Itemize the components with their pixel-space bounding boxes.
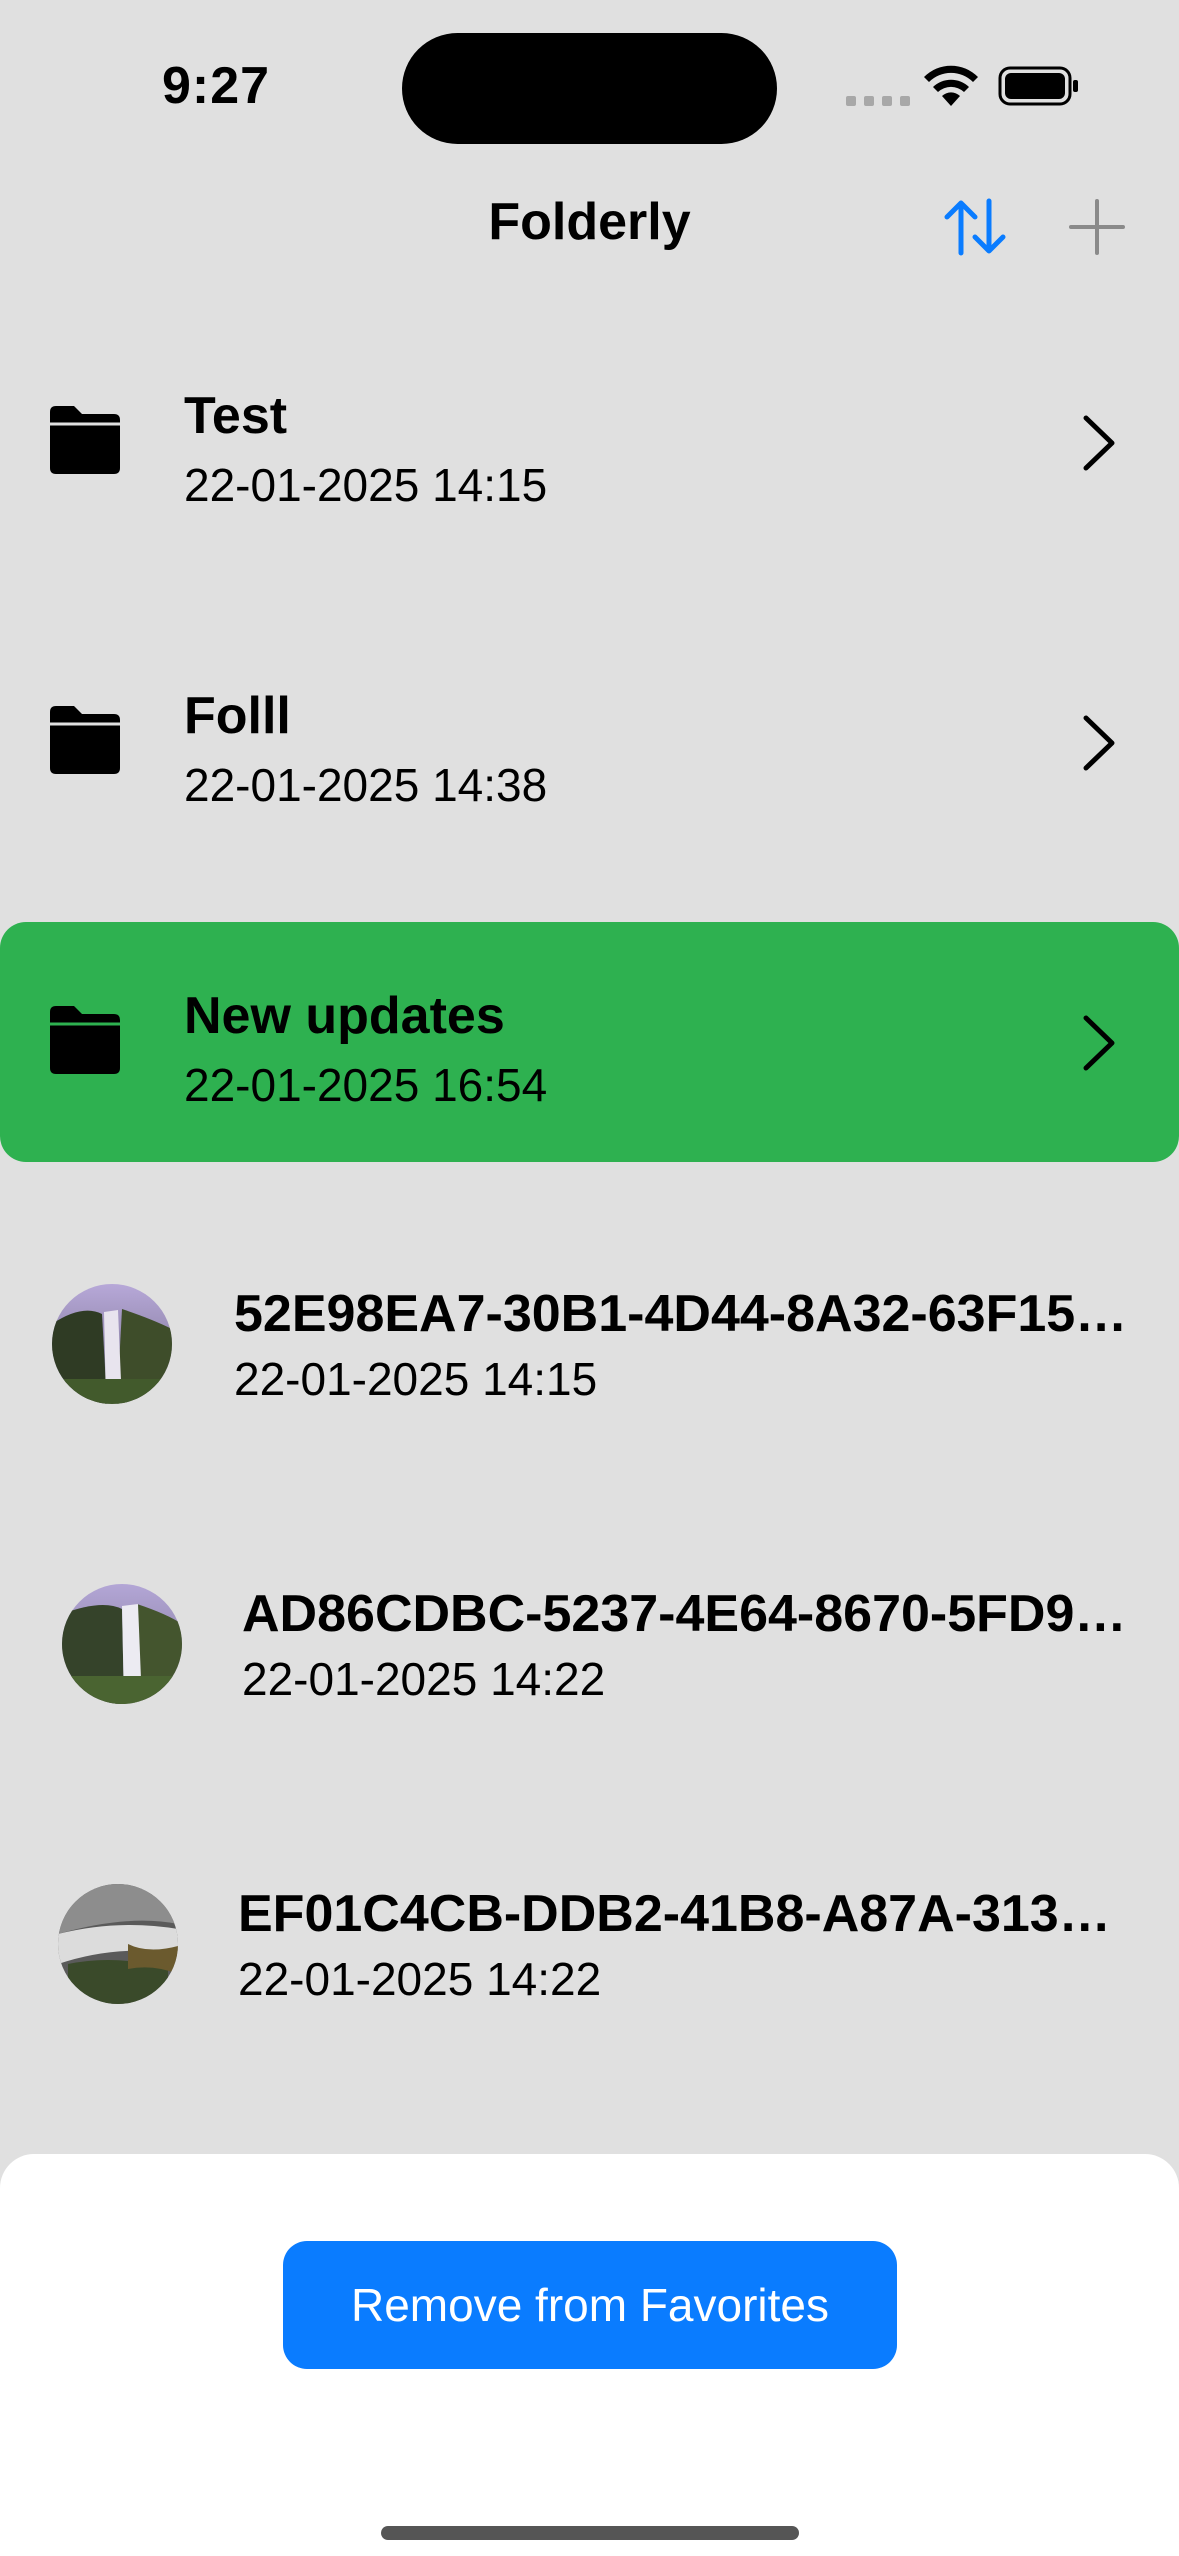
plus-icon	[1069, 199, 1125, 255]
folder-icon	[50, 406, 120, 474]
dynamic-island	[402, 33, 777, 144]
folder-name: Folll	[184, 687, 291, 745]
waterfall-thumbnail	[52, 1284, 172, 1404]
image-date: 22-01-2025 14:22	[238, 1953, 602, 2005]
wifi-icon	[924, 65, 978, 106]
cellular-signal-icon	[846, 96, 910, 106]
folder-date: 22-01-2025 14:15	[184, 459, 548, 511]
chevron-right-icon	[1083, 415, 1115, 471]
image-date: 22-01-2025 14:22	[242, 1653, 606, 1705]
home-indicator[interactable]	[381, 2526, 799, 2540]
chevron-right-icon	[1083, 715, 1115, 771]
folder-row[interactable]: Folll 22-01-2025 14:38	[0, 622, 1179, 862]
folder-icon	[50, 1006, 120, 1074]
folder-row-selected[interactable]: New updates 22-01-2025 16:54	[0, 922, 1179, 1162]
bottom-sheet: Remove from Favorites	[0, 2154, 1179, 2556]
waterfall-thumbnail	[62, 1584, 182, 1704]
add-button[interactable]	[1060, 190, 1134, 264]
remove-from-favorites-button[interactable]: Remove from Favorites	[283, 2241, 897, 2369]
folder-name: New updates	[184, 987, 505, 1045]
chevron-right-icon	[1083, 1015, 1115, 1071]
river-thumbnail	[58, 1884, 178, 2004]
battery-icon	[998, 66, 1078, 106]
image-name: EF01C4CB-DDB2-41B8-A87A-313F…	[238, 1885, 1134, 1943]
folder-icon	[50, 706, 120, 774]
sort-arrows-icon	[944, 198, 1006, 256]
folder-row[interactable]: Test 22-01-2025 14:15	[0, 322, 1179, 562]
image-date: 22-01-2025 14:15	[234, 1353, 598, 1405]
image-row[interactable]: 52E98EA7-30B1-4D44-8A32-63F15… 22-01-202…	[0, 1244, 1179, 1444]
image-row[interactable]: AD86CDBC-5237-4E64-8670-5FD9… 22-01-2025…	[0, 1544, 1179, 1744]
image-name: 52E98EA7-30B1-4D44-8A32-63F15…	[234, 1285, 1128, 1343]
sort-button[interactable]	[938, 190, 1012, 264]
image-name: AD86CDBC-5237-4E64-8670-5FD9…	[242, 1585, 1127, 1643]
folder-date: 22-01-2025 16:54	[184, 1059, 548, 1111]
status-time: 9:27	[162, 57, 271, 115]
image-row[interactable]: EF01C4CB-DDB2-41B8-A87A-313F… 22-01-2025…	[0, 1844, 1179, 2044]
folder-name: Test	[184, 387, 288, 445]
folder-date: 22-01-2025 14:38	[184, 759, 548, 811]
